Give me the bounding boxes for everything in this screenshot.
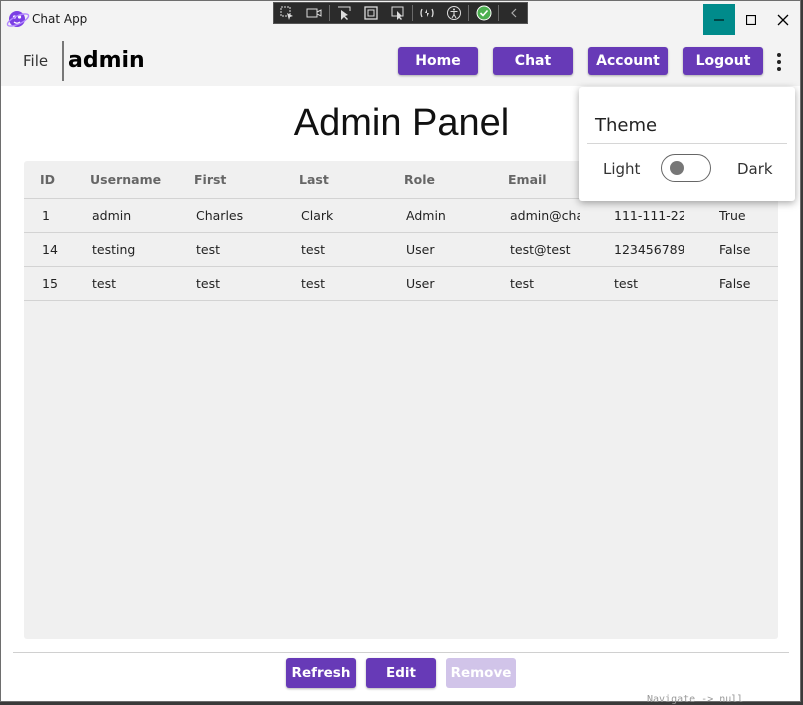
cell-phone: test [614, 276, 639, 291]
theme-toggle[interactable] [661, 154, 711, 182]
cell-id: 14 [42, 242, 58, 257]
select-element-icon[interactable] [274, 3, 301, 23]
users-table[interactable]: ID Username First Last Role Email 1 admi… [24, 161, 778, 639]
cell-first: test [196, 276, 221, 291]
cell-phone: 123456789 [614, 242, 684, 257]
cell-email: test [510, 276, 535, 291]
column-header-role[interactable]: Role [404, 161, 504, 198]
column-header-username[interactable]: Username [90, 161, 190, 198]
menu-divider [62, 41, 64, 81]
home-button[interactable]: Home [398, 47, 478, 75]
app-logo-icon [6, 11, 30, 27]
cell-username: admin [92, 208, 132, 223]
theme-dark-label: Dark [737, 160, 773, 178]
cell-role: User [406, 242, 435, 257]
cell-first: test [196, 242, 221, 257]
column-header-id[interactable]: ID [40, 161, 90, 198]
cell-username: testing [92, 242, 136, 257]
column-header-last[interactable]: Last [299, 161, 399, 198]
account-button[interactable]: Account [588, 47, 668, 75]
cell-last: test [301, 276, 326, 291]
cell-email: admin@cha [510, 208, 580, 223]
refresh-button[interactable]: Refresh [286, 658, 356, 688]
cell-last: test [301, 242, 326, 257]
logout-button[interactable]: Logout [683, 47, 763, 75]
chat-button[interactable]: Chat [493, 47, 573, 75]
cell-id: 15 [42, 276, 58, 291]
maximize-button[interactable] [735, 4, 767, 35]
toolbar-separator [411, 5, 413, 21]
table-row[interactable]: 15 test test test User test test False [24, 267, 778, 301]
toolbar-separator [468, 5, 470, 21]
theme-light-label: Light [603, 160, 641, 178]
edit-button[interactable]: Edit [366, 658, 436, 688]
column-header-first[interactable]: First [194, 161, 294, 198]
current-user-label: admin [68, 48, 145, 73]
checkmark-icon[interactable] [470, 3, 497, 23]
table-row[interactable]: 14 testing test test User test@test 1234… [24, 233, 778, 267]
cell-phone: 111-111-222 [614, 208, 684, 223]
cell-active: True [719, 208, 746, 223]
hot-reload-icon[interactable] [414, 3, 441, 23]
app-window: Chat App File admin Home Chat Account Lo… [0, 0, 801, 702]
cell-first: Charles [196, 208, 244, 223]
theme-popup: Theme Light Dark [579, 87, 795, 201]
window-title: Chat App [32, 12, 88, 26]
close-icon [777, 14, 789, 25]
toggle-knob [670, 161, 684, 175]
display-layout-icon[interactable] [357, 3, 384, 23]
minimize-button[interactable] [703, 4, 735, 35]
cell-role: Admin [406, 208, 446, 223]
footer-divider [13, 652, 789, 653]
close-button[interactable] [767, 4, 799, 35]
file-menu[interactable]: File [23, 52, 48, 70]
theme-divider [587, 143, 787, 144]
toolbar-separator [328, 5, 330, 21]
pointer-icon[interactable] [331, 3, 358, 23]
track-focus-icon[interactable] [384, 3, 411, 23]
cell-role: User [406, 276, 435, 291]
table-row[interactable]: 1 admin Charles Clark Admin admin@cha 11… [24, 199, 778, 233]
cell-active: False [719, 242, 751, 257]
remove-button[interactable]: Remove [446, 658, 516, 688]
theme-title: Theme [595, 115, 658, 136]
column-header-email[interactable]: Email [508, 161, 578, 198]
more-options-icon[interactable] [772, 51, 786, 73]
cell-active: False [719, 276, 751, 291]
cell-username: test [92, 276, 117, 291]
maximize-icon [746, 14, 756, 25]
minimize-icon [714, 19, 724, 20]
accessibility-icon[interactable] [441, 3, 468, 23]
xaml-debug-toolbar [273, 2, 528, 24]
record-icon[interactable] [301, 3, 328, 23]
collapse-icon[interactable] [500, 3, 527, 23]
title-bar[interactable]: Chat App [1, 1, 800, 37]
toolbar-separator [498, 5, 500, 21]
cell-email: test@test [510, 242, 571, 257]
cell-last: Clark [301, 208, 334, 223]
cell-id: 1 [42, 208, 50, 223]
background-ghost-text: Navigate -> null [647, 694, 744, 705]
